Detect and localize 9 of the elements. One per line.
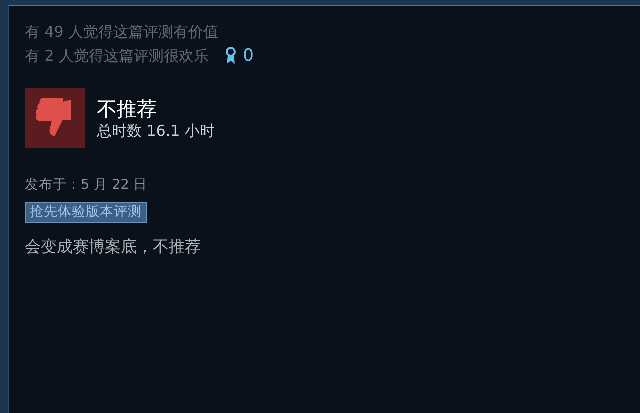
review-text: 会变成赛博案底，不推荐 <box>25 237 202 258</box>
playtime-text: 总时数 16.1 小时 <box>97 122 215 140</box>
funny-count: 有 2 人觉得这篇评测很欢乐 <box>25 46 210 67</box>
review-verdict: 不推荐 <box>97 96 158 122</box>
award-count: 0 <box>243 46 254 66</box>
posted-date: 发布于：5 月 22 日 <box>25 176 149 194</box>
award-ribbon-icon <box>225 47 238 65</box>
early-access-tag: 抢先体验版本评测 <box>25 202 147 223</box>
helpful-count: 有 49 人觉得这篇评测有价值 <box>25 22 220 43</box>
